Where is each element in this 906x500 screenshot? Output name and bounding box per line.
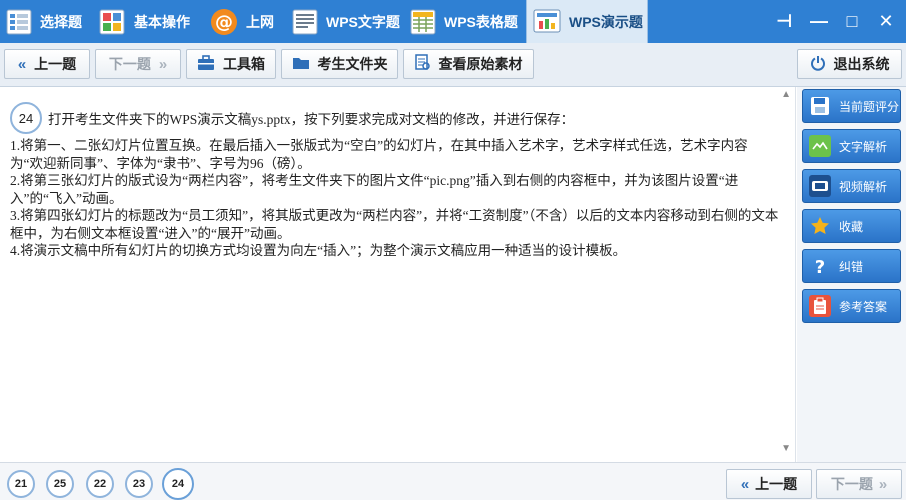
- question-item: 2.将第三张幻灯片的版式设为“两栏内容”，将考生文件夹下的图片文件“pic.pn…: [10, 173, 739, 206]
- top-tab-bar: 选择题 基本操作 @ 上网 WPS文字题 WPS表格题 WPS演示题 ⊣ — □…: [0, 0, 906, 43]
- toolbox-label: 工具箱: [223, 56, 265, 72]
- video-analysis-button[interactable]: 视频解析: [802, 169, 901, 203]
- video-icon: [809, 175, 831, 197]
- internet-icon: @: [210, 8, 238, 36]
- folder-icon: [292, 55, 310, 73]
- question-body: 1.将第一、二张幻灯片位置互换。在最后插入一张版式为“空白”的幻灯片，在其中插入…: [10, 137, 780, 260]
- wps-writer-icon: [292, 8, 318, 36]
- exit-system-button[interactable]: 退出系统: [797, 49, 902, 79]
- exit-system-label: 退出系统: [833, 56, 890, 72]
- score-current-label: 当前题评分: [839, 99, 900, 114]
- question-item: 3.将第四张幻灯片的标题改为“员工须知”，将其版式更改为“两栏内容”，并将“工资…: [10, 208, 779, 241]
- double-chevron-left-icon: «: [740, 475, 750, 493]
- text-analysis-label: 文字解析: [839, 139, 888, 154]
- score-current-button[interactable]: 当前题评分: [802, 89, 901, 123]
- student-folder-label: 考生文件夹: [317, 56, 388, 72]
- bottom-next-question-label: 下一题: [830, 476, 873, 492]
- basic-ops-icon: [98, 8, 126, 36]
- tab-basic-ops-label: 基本操作: [134, 13, 190, 30]
- bottom-prev-question-button[interactable]: « 上一题: [726, 469, 812, 499]
- question-jump-25[interactable]: 25: [46, 470, 74, 498]
- view-material-button[interactable]: 查看原始素材: [403, 49, 534, 79]
- question-icon: ?: [809, 255, 831, 277]
- question-title: 打开考生文件夹下的WPS演示文稿ys.pptx，按下列要求完成对文档的修改，并进…: [48, 112, 575, 127]
- double-chevron-right-icon: »: [878, 475, 888, 493]
- toolbox-icon: [197, 54, 215, 74]
- tab-choice-label: 选择题: [40, 13, 82, 30]
- bottom-bar: 21 25 22 23 24 « 上一题 下一题 »: [0, 462, 906, 500]
- clipboard-icon: [809, 295, 831, 317]
- report-error-label: 纠错: [839, 259, 864, 274]
- question-panel[interactable]: 24 打开考生文件夹下的WPS演示文稿ys.pptx，按下列要求完成对文档的修改…: [0, 87, 796, 462]
- next-question-label: 下一题: [108, 56, 151, 72]
- text-analysis-icon: [809, 135, 831, 157]
- toolbar: « 上一题 下一题 » 工具箱 考生文件夹 查看原始素材 退出系统: [0, 43, 906, 87]
- scroll-down-icon[interactable]: ▼: [781, 443, 791, 454]
- svg-text:@: @: [215, 12, 233, 33]
- save-icon: [809, 95, 831, 117]
- tab-wps-spreadsheet-label: WPS表格题: [444, 13, 518, 30]
- close-icon[interactable]: ✕: [878, 11, 894, 32]
- document-search-icon: [414, 54, 431, 74]
- choice-icon: [6, 8, 32, 36]
- pin-icon[interactable]: ⊣: [776, 11, 792, 32]
- question-jump-24-current[interactable]: 24: [162, 468, 194, 500]
- question-jump-21[interactable]: 21: [7, 470, 35, 498]
- bottom-prev-question-label: 上一题: [755, 476, 798, 492]
- right-sidebar: 当前题评分 文字解析 视频解析 收藏 ? 纠错 参考答案: [797, 87, 906, 462]
- bottom-next-question-button[interactable]: 下一题 »: [816, 469, 902, 499]
- question-header: 24 打开考生文件夹下的WPS演示文稿ys.pptx，按下列要求完成对文档的修改…: [10, 102, 574, 134]
- star-icon: [809, 215, 831, 237]
- tab-wps-writer-label: WPS文字题: [326, 13, 400, 30]
- favorite-button[interactable]: 收藏: [802, 209, 901, 243]
- window-controls: ⊣ — □ ✕: [776, 0, 906, 43]
- svg-text:?: ?: [815, 257, 825, 276]
- wps-presentation-icon: [533, 8, 561, 36]
- question-jump-23[interactable]: 23: [125, 470, 153, 498]
- double-chevron-left-icon: «: [17, 55, 27, 73]
- tab-basic-ops[interactable]: 基本操作: [92, 0, 204, 43]
- next-question-button[interactable]: 下一题 »: [95, 49, 181, 79]
- wps-spreadsheet-icon: [410, 8, 436, 36]
- tab-choice[interactable]: 选择题: [0, 0, 92, 43]
- question-number-badge: 24: [10, 102, 42, 134]
- double-chevron-right-icon: »: [158, 55, 168, 73]
- minimize-icon[interactable]: —: [810, 11, 828, 32]
- student-folder-button[interactable]: 考生文件夹: [281, 49, 398, 79]
- reference-answer-label: 参考答案: [839, 299, 888, 314]
- tab-internet[interactable]: @ 上网: [204, 0, 286, 43]
- prev-question-button[interactable]: « 上一题: [4, 49, 90, 79]
- favorite-label: 收藏: [839, 219, 864, 234]
- power-icon: [810, 55, 826, 74]
- tab-wps-spreadsheet[interactable]: WPS表格题: [404, 0, 526, 43]
- video-analysis-label: 视频解析: [839, 179, 888, 194]
- reference-answer-button[interactable]: 参考答案: [802, 289, 901, 323]
- tab-wps-presentation-label: WPS演示题: [569, 13, 643, 30]
- question-item: 1.将第一、二张幻灯片位置互换。在最后插入一张版式为“空白”的幻灯片，在其中插入…: [10, 138, 748, 171]
- view-material-label: 查看原始素材: [438, 56, 523, 72]
- question-item: 4.将演示文稿中所有幻灯片的切换方式均设置为向左“插入”；为整个演示文稿应用一种…: [10, 243, 627, 258]
- text-analysis-button[interactable]: 文字解析: [802, 129, 901, 163]
- question-jump-22[interactable]: 22: [86, 470, 114, 498]
- toolbox-button[interactable]: 工具箱: [186, 49, 276, 79]
- scroll-up-icon[interactable]: ▲: [781, 89, 791, 100]
- report-error-button[interactable]: ? 纠错: [802, 249, 901, 283]
- prev-question-label: 上一题: [34, 56, 77, 72]
- maximize-icon[interactable]: □: [844, 11, 860, 32]
- tab-internet-label: 上网: [246, 13, 274, 30]
- tab-wps-writer[interactable]: WPS文字题: [286, 0, 404, 43]
- tab-wps-presentation[interactable]: WPS演示题: [526, 0, 648, 43]
